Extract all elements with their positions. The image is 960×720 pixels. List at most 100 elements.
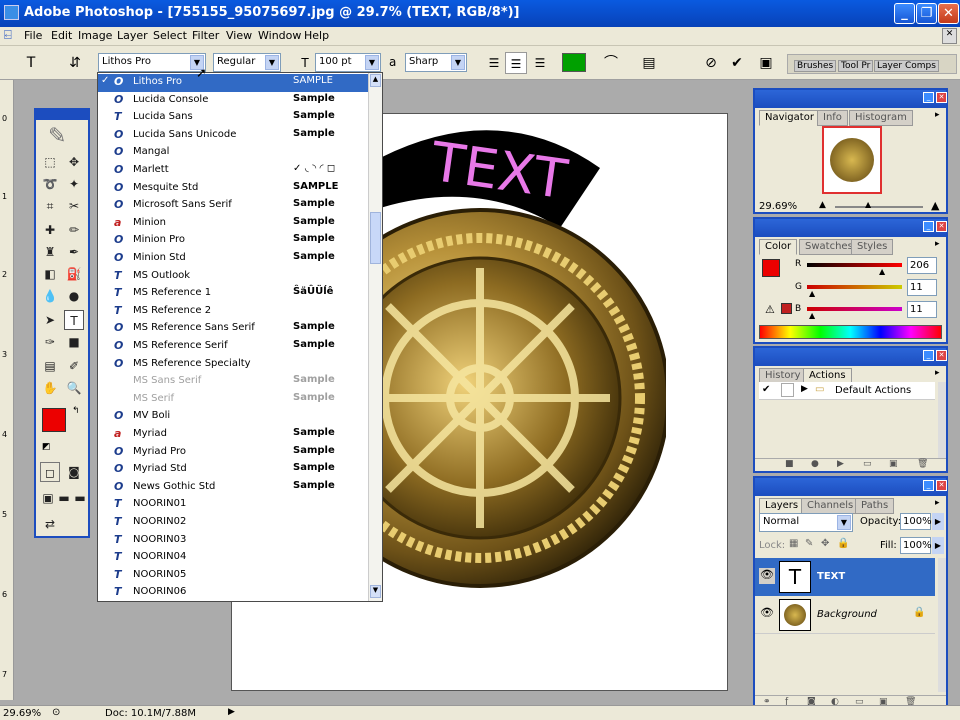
palette-tool-presets-tab[interactable]: Tool Pr bbox=[838, 60, 874, 72]
dialog-toggle-box[interactable] bbox=[781, 383, 794, 397]
tab-color[interactable]: Color bbox=[759, 239, 798, 255]
opacity-value[interactable]: 100% bbox=[900, 513, 932, 530]
visibility-eye-icon[interactable]: 👁 bbox=[759, 606, 775, 622]
blend-mode-select[interactable]: Normal ▼ bbox=[759, 513, 853, 532]
font-list-item[interactable]: T NOORIN01 bbox=[98, 496, 368, 514]
eraser-tool-icon[interactable]: ◧ bbox=[40, 264, 60, 284]
palettes-icon[interactable]: ▤ bbox=[638, 52, 660, 74]
stop-icon[interactable]: ■ bbox=[785, 459, 794, 469]
foreground-color-swatch[interactable] bbox=[42, 408, 66, 432]
panel-menu-icon[interactable]: ▸ bbox=[935, 368, 940, 378]
menu-select[interactable]: Select bbox=[153, 29, 187, 42]
align-right-icon[interactable]: ☰ bbox=[529, 52, 551, 74]
move-tool-icon[interactable]: ✥ bbox=[64, 152, 84, 172]
panel-menu-icon[interactable]: ▸ bbox=[935, 498, 940, 508]
path-select-icon[interactable]: ➤ bbox=[40, 310, 60, 330]
font-list-item[interactable]: MS Serif Sample bbox=[98, 391, 368, 409]
minimize-panel-button[interactable]: _ bbox=[923, 480, 934, 491]
font-family-select[interactable]: Lithos Pro ▼ bbox=[98, 53, 206, 72]
menu-view[interactable]: View bbox=[226, 29, 252, 42]
font-list-item[interactable]: O Mesquite Std SAMPLE bbox=[98, 180, 368, 198]
r-value[interactable]: 206 bbox=[907, 257, 937, 274]
menu-edit[interactable]: Edit bbox=[51, 29, 72, 42]
font-list-item[interactable]: O Myriad Std Sample bbox=[98, 461, 368, 479]
r-slider-handle[interactable]: ▲ bbox=[879, 267, 885, 276]
tab-styles[interactable]: Styles bbox=[851, 239, 894, 255]
healing-tool-icon[interactable]: ✚ bbox=[40, 220, 60, 240]
cancel-icon[interactable]: ⊘ bbox=[700, 52, 722, 74]
minimize-panel-button[interactable]: _ bbox=[923, 350, 934, 361]
font-list-item[interactable]: T NOORIN04 bbox=[98, 549, 368, 567]
font-list-item[interactable]: T NOORIN06 bbox=[98, 584, 368, 602]
blur-tool-icon[interactable]: 💧 bbox=[40, 286, 60, 306]
font-list-item[interactable]: T MS Reference 1 ŜäÛÜĺê bbox=[98, 285, 368, 303]
font-list-item[interactable]: T NOORIN02 bbox=[98, 514, 368, 532]
g-slider[interactable] bbox=[807, 285, 902, 289]
pen-tool-icon[interactable]: ✑ bbox=[40, 332, 60, 352]
font-list-item[interactable]: a Minion Sample bbox=[98, 215, 368, 233]
doc-close-button[interactable]: ✕ bbox=[942, 28, 957, 44]
font-list-item[interactable]: MS Sans Serif Sample bbox=[98, 373, 368, 391]
zoom-slider-handle[interactable]: ▲ bbox=[865, 200, 871, 209]
font-size-select[interactable]: 100 pt ▼ bbox=[315, 53, 381, 72]
new-action-icon[interactable]: ▣ bbox=[889, 459, 898, 469]
default-colors-icon[interactable]: ◩ bbox=[42, 442, 51, 452]
zoom-out-icon[interactable]: ▲ bbox=[819, 200, 826, 210]
scroll-down-button[interactable]: ▼ bbox=[370, 585, 381, 598]
tab-layers[interactable]: Layers bbox=[759, 498, 805, 514]
font-list-item[interactable]: O Marlett ✓ ◟ ◝ ◜ ◻ bbox=[98, 162, 368, 180]
close-button[interactable]: ✕ bbox=[938, 3, 959, 24]
antialias-select[interactable]: Sharp ▼ bbox=[405, 53, 467, 72]
panel-menu-icon[interactable]: ▸ bbox=[935, 239, 940, 249]
magic-wand-icon[interactable]: ✦ bbox=[64, 174, 84, 194]
gamut-warning-icon[interactable]: ⚠ bbox=[765, 303, 775, 316]
font-list-item[interactable]: ✓ O Lithos Pro SAMPLE bbox=[98, 74, 368, 92]
font-list-item[interactable]: a Myriad Sample bbox=[98, 426, 368, 444]
font-list-item[interactable]: T MS Reference 2 bbox=[98, 303, 368, 321]
font-list-item[interactable]: T NOORIN03 bbox=[98, 532, 368, 550]
font-list-item[interactable]: O Lucida Console Sample bbox=[98, 92, 368, 110]
menu-layer[interactable]: Layer bbox=[117, 29, 148, 42]
expand-arrow-icon[interactable]: ▶ bbox=[801, 384, 808, 394]
new-set-icon[interactable]: ▭ bbox=[863, 459, 872, 469]
font-list-item[interactable]: T MS Outlook bbox=[98, 268, 368, 286]
navigator-thumbnail[interactable] bbox=[822, 126, 882, 194]
color-fg-swatch[interactable] bbox=[762, 259, 780, 277]
zoom-slider-track[interactable] bbox=[835, 206, 923, 208]
lasso-tool-icon[interactable]: ➰ bbox=[40, 174, 60, 194]
zoom-tool-icon[interactable]: 🔍 bbox=[64, 378, 84, 398]
imageready-jump-icon[interactable]: ⇄ bbox=[40, 514, 60, 534]
stamp-tool-icon[interactable]: ♜ bbox=[40, 242, 60, 262]
trash-icon[interactable]: 🗑 bbox=[917, 459, 928, 469]
toggle-check-icon[interactable]: ✔ bbox=[762, 384, 770, 395]
tab-swatches[interactable]: Swatches bbox=[799, 239, 859, 255]
tab-info[interactable]: Info bbox=[817, 110, 848, 126]
scroll-thumb[interactable] bbox=[370, 212, 381, 264]
minimize-panel-button[interactable]: _ bbox=[923, 92, 934, 103]
text-orientation-icon[interactable]: ⇵ bbox=[64, 52, 86, 74]
dodge-tool-icon[interactable]: ● bbox=[64, 286, 84, 306]
navigator-zoom-value[interactable]: 29.69% bbox=[759, 201, 797, 212]
menu-window[interactable]: Window bbox=[258, 29, 301, 42]
palette-layer-comps-tab[interactable]: Layer Comps bbox=[874, 60, 939, 72]
scrollbar[interactable] bbox=[938, 382, 946, 458]
notes-tool-icon[interactable]: ▤ bbox=[40, 356, 60, 376]
lock-all-icon[interactable]: 🔒 bbox=[837, 538, 849, 549]
align-left-icon[interactable]: ☰ bbox=[483, 52, 505, 74]
marquee-tool-icon[interactable]: ⬚ bbox=[40, 152, 60, 172]
b-slider-handle[interactable]: ▲ bbox=[809, 311, 815, 320]
lock-image-icon[interactable]: ✎ bbox=[805, 538, 813, 549]
screen-mode-3-icon[interactable]: ▬ bbox=[70, 488, 90, 508]
menu-help[interactable]: Help bbox=[304, 29, 329, 42]
warp-text-icon[interactable]: ⌒ bbox=[600, 52, 622, 74]
font-list-item[interactable]: O Lucida Sans Unicode Sample bbox=[98, 127, 368, 145]
type-tool-icon[interactable]: T bbox=[64, 310, 84, 330]
fill-value[interactable]: 100% bbox=[900, 537, 932, 554]
shape-tool-icon[interactable]: ■ bbox=[64, 332, 84, 352]
font-list-item[interactable]: T NOORIN05 bbox=[98, 567, 368, 585]
file-browser-icon[interactable]: ▣ bbox=[755, 52, 777, 74]
b-value[interactable]: 11 bbox=[907, 301, 937, 318]
brush-tool-icon[interactable]: ✏ bbox=[64, 220, 84, 240]
close-panel-button[interactable]: ✕ bbox=[936, 221, 947, 232]
status-zoom[interactable]: 29.69% bbox=[3, 708, 41, 719]
